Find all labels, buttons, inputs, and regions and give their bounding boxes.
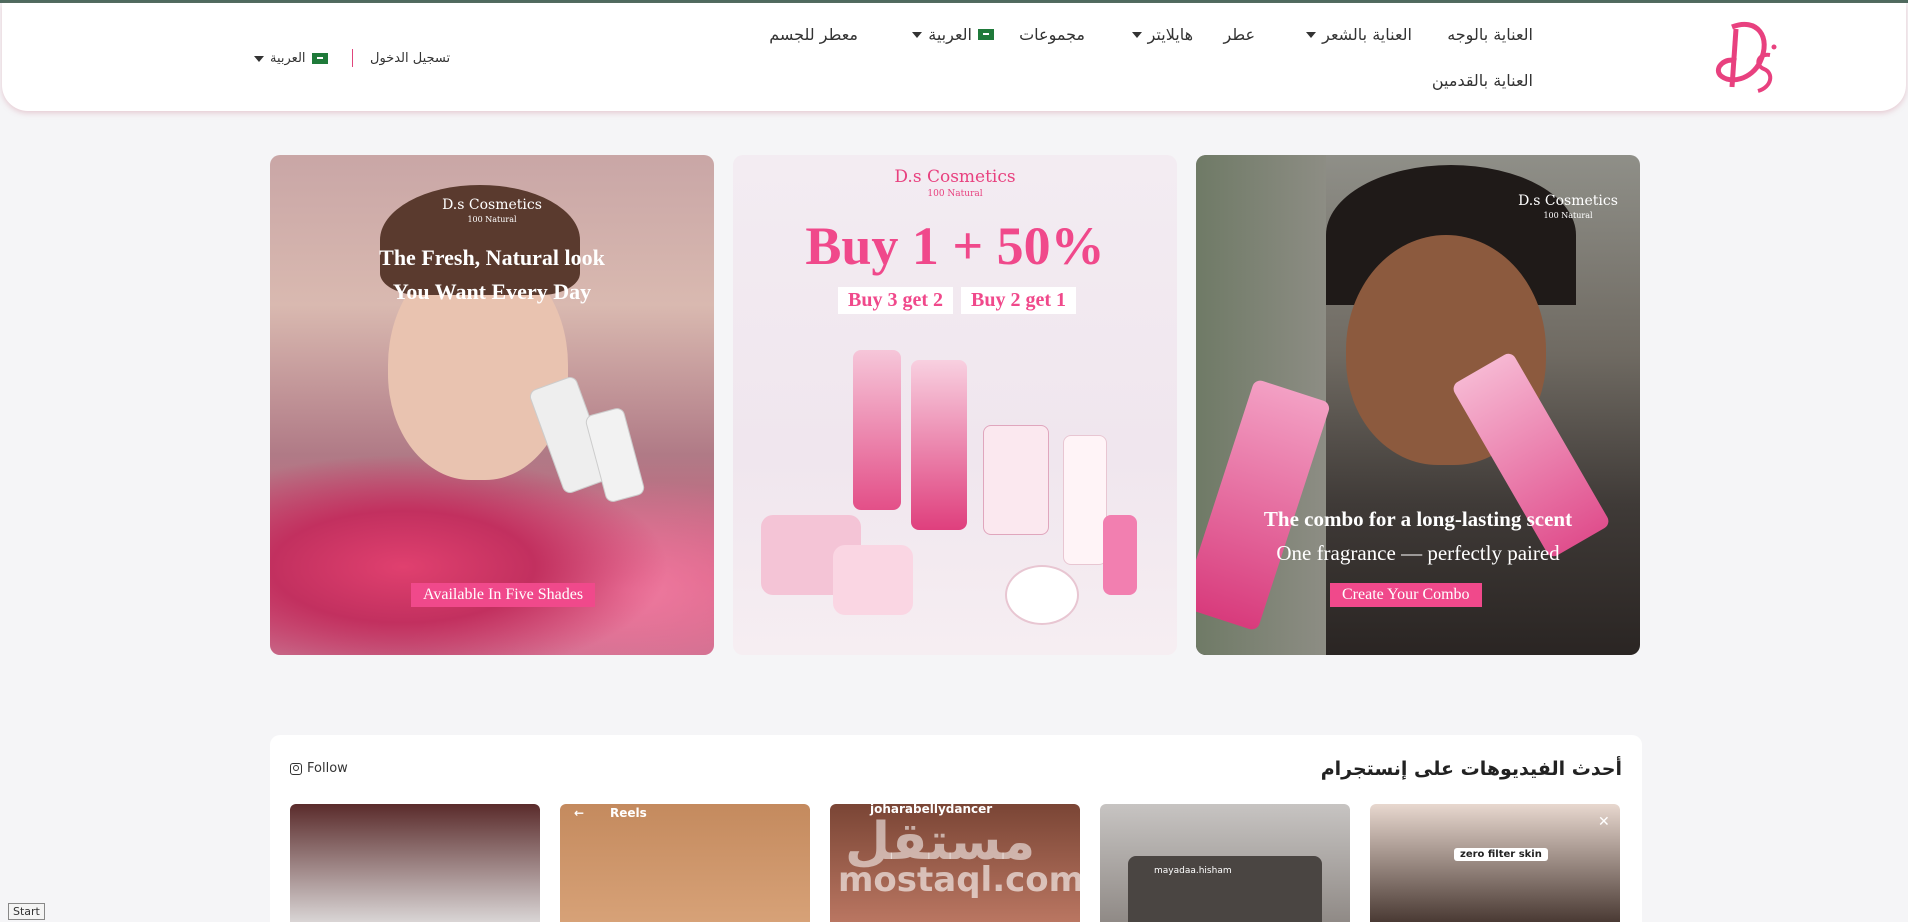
banner-brand-sub: 100 Natural: [1543, 211, 1593, 220]
instagram-title: أحدث الفيديوهات على إنستجرام: [1320, 758, 1622, 780]
close-icon[interactable]: ✕: [1598, 814, 1610, 830]
chevron-down-icon: [912, 31, 923, 38]
reel-label: Reels: [610, 806, 647, 820]
banner-buy-offer[interactable]: D.s Cosmetics 100 Natural Buy 1 + 50% Bu…: [733, 155, 1177, 655]
login-label: تسجيل الدخول: [370, 51, 451, 66]
banner-headline-1: The combo for a long-lasting scent: [1263, 507, 1573, 531]
offer-tag-buy2: Buy 2 get 1: [961, 287, 1076, 314]
site-header: العناية بالوجه العناية بالشعر عطر هايلاي…: [2, 3, 1906, 111]
watermark-latin: mostaql.com: [838, 860, 1085, 900]
banner-headline-2: One fragrance — perfectly paired: [1276, 541, 1560, 565]
nav-label: معطر للجسم: [769, 25, 858, 44]
reel-card[interactable]: ← Reels: [560, 804, 810, 922]
nav-label: مجموعات: [1019, 25, 1085, 44]
banner-brand: D.s Cosmetics: [442, 197, 542, 213]
reel-card[interactable]: [290, 804, 540, 922]
butter-jar: [833, 545, 913, 615]
start-button[interactable]: Start: [8, 903, 45, 920]
reel-label: zero filter skin: [1454, 848, 1548, 861]
nav-label: العناية بالوجه: [1447, 25, 1533, 44]
lip-scrub-jar: [1005, 565, 1079, 625]
login-link[interactable]: تسجيل الدخول: [370, 51, 450, 66]
saudi-flag-icon: [978, 29, 994, 40]
perfume-bottle: [983, 425, 1049, 535]
banner-natural-look[interactable]: D.s Cosmetics 100 Natural The Fresh, Nat…: [270, 155, 714, 655]
nav-label: هايلايتر: [1147, 25, 1193, 44]
banner-cta-button[interactable]: Create Your Combo: [1330, 583, 1482, 607]
follow-label: Follow: [307, 761, 348, 776]
offer-tag-buy3: Buy 3 get 2: [838, 287, 953, 314]
banner-combo[interactable]: D.s Cosmetics 100 Natural The combo for …: [1196, 155, 1640, 655]
nav-foot-care[interactable]: العناية بالقدمين: [1432, 71, 1533, 90]
chevron-down-icon: [1131, 31, 1142, 38]
nav-label: عطر: [1223, 25, 1256, 44]
nav-highlighter[interactable]: هايلايتر: [1131, 25, 1193, 44]
banner-brand: D.s Cosmetics: [894, 167, 1016, 187]
chevron-down-icon: [254, 55, 264, 62]
banner-brand: D.s Cosmetics: [1518, 193, 1618, 209]
reel-label: mayadaa.hisham: [1154, 866, 1232, 876]
nav-collections[interactable]: مجموعات: [1019, 25, 1085, 44]
nav-face-care[interactable]: العناية بالوجه: [1447, 25, 1533, 44]
banner-offer-headline: Buy 1 + 50%: [805, 216, 1105, 276]
nav-body-mist[interactable]: معطر للجسم: [769, 25, 858, 44]
banner-cta-button[interactable]: Available In Five Shades: [411, 583, 596, 607]
instagram-icon: [290, 762, 302, 775]
saudi-flag-icon: [311, 53, 328, 64]
chevron-down-icon: [1306, 31, 1317, 38]
product-bottle: [1063, 435, 1107, 565]
banner-brand-sub: 100 Natural: [467, 215, 517, 224]
reel-card[interactable]: zero filter skin ✕: [1370, 804, 1620, 922]
language-label: العربية: [270, 51, 306, 66]
nav-label: العناية بالشعر: [1322, 25, 1412, 44]
back-arrow-icon[interactable]: ←: [574, 806, 584, 820]
banner-headline-1: The Fresh, Natural look: [379, 245, 605, 270]
nav-hair-care[interactable]: العناية بالشعر: [1306, 25, 1412, 44]
nav-language[interactable]: العربية: [912, 25, 994, 44]
language-switcher[interactable]: العربية: [254, 51, 328, 66]
product-bottle: [911, 360, 967, 530]
banner-brand-sub: 100 Natural: [927, 189, 983, 199]
banner-headline-2: You Want Every Day: [392, 279, 592, 304]
nav-label: العربية: [928, 25, 972, 44]
divider: [352, 49, 353, 67]
product-bottle: [853, 350, 901, 510]
reel-card[interactable]: mayadaa.hisham: [1100, 804, 1350, 922]
nav-label: العناية بالقدمين: [1431, 71, 1533, 90]
nav-perfume[interactable]: عطر: [1224, 25, 1256, 44]
follow-button[interactable]: Follow: [290, 761, 348, 776]
ds-logo[interactable]: [1712, 17, 1782, 99]
product-stick: [1103, 515, 1137, 595]
